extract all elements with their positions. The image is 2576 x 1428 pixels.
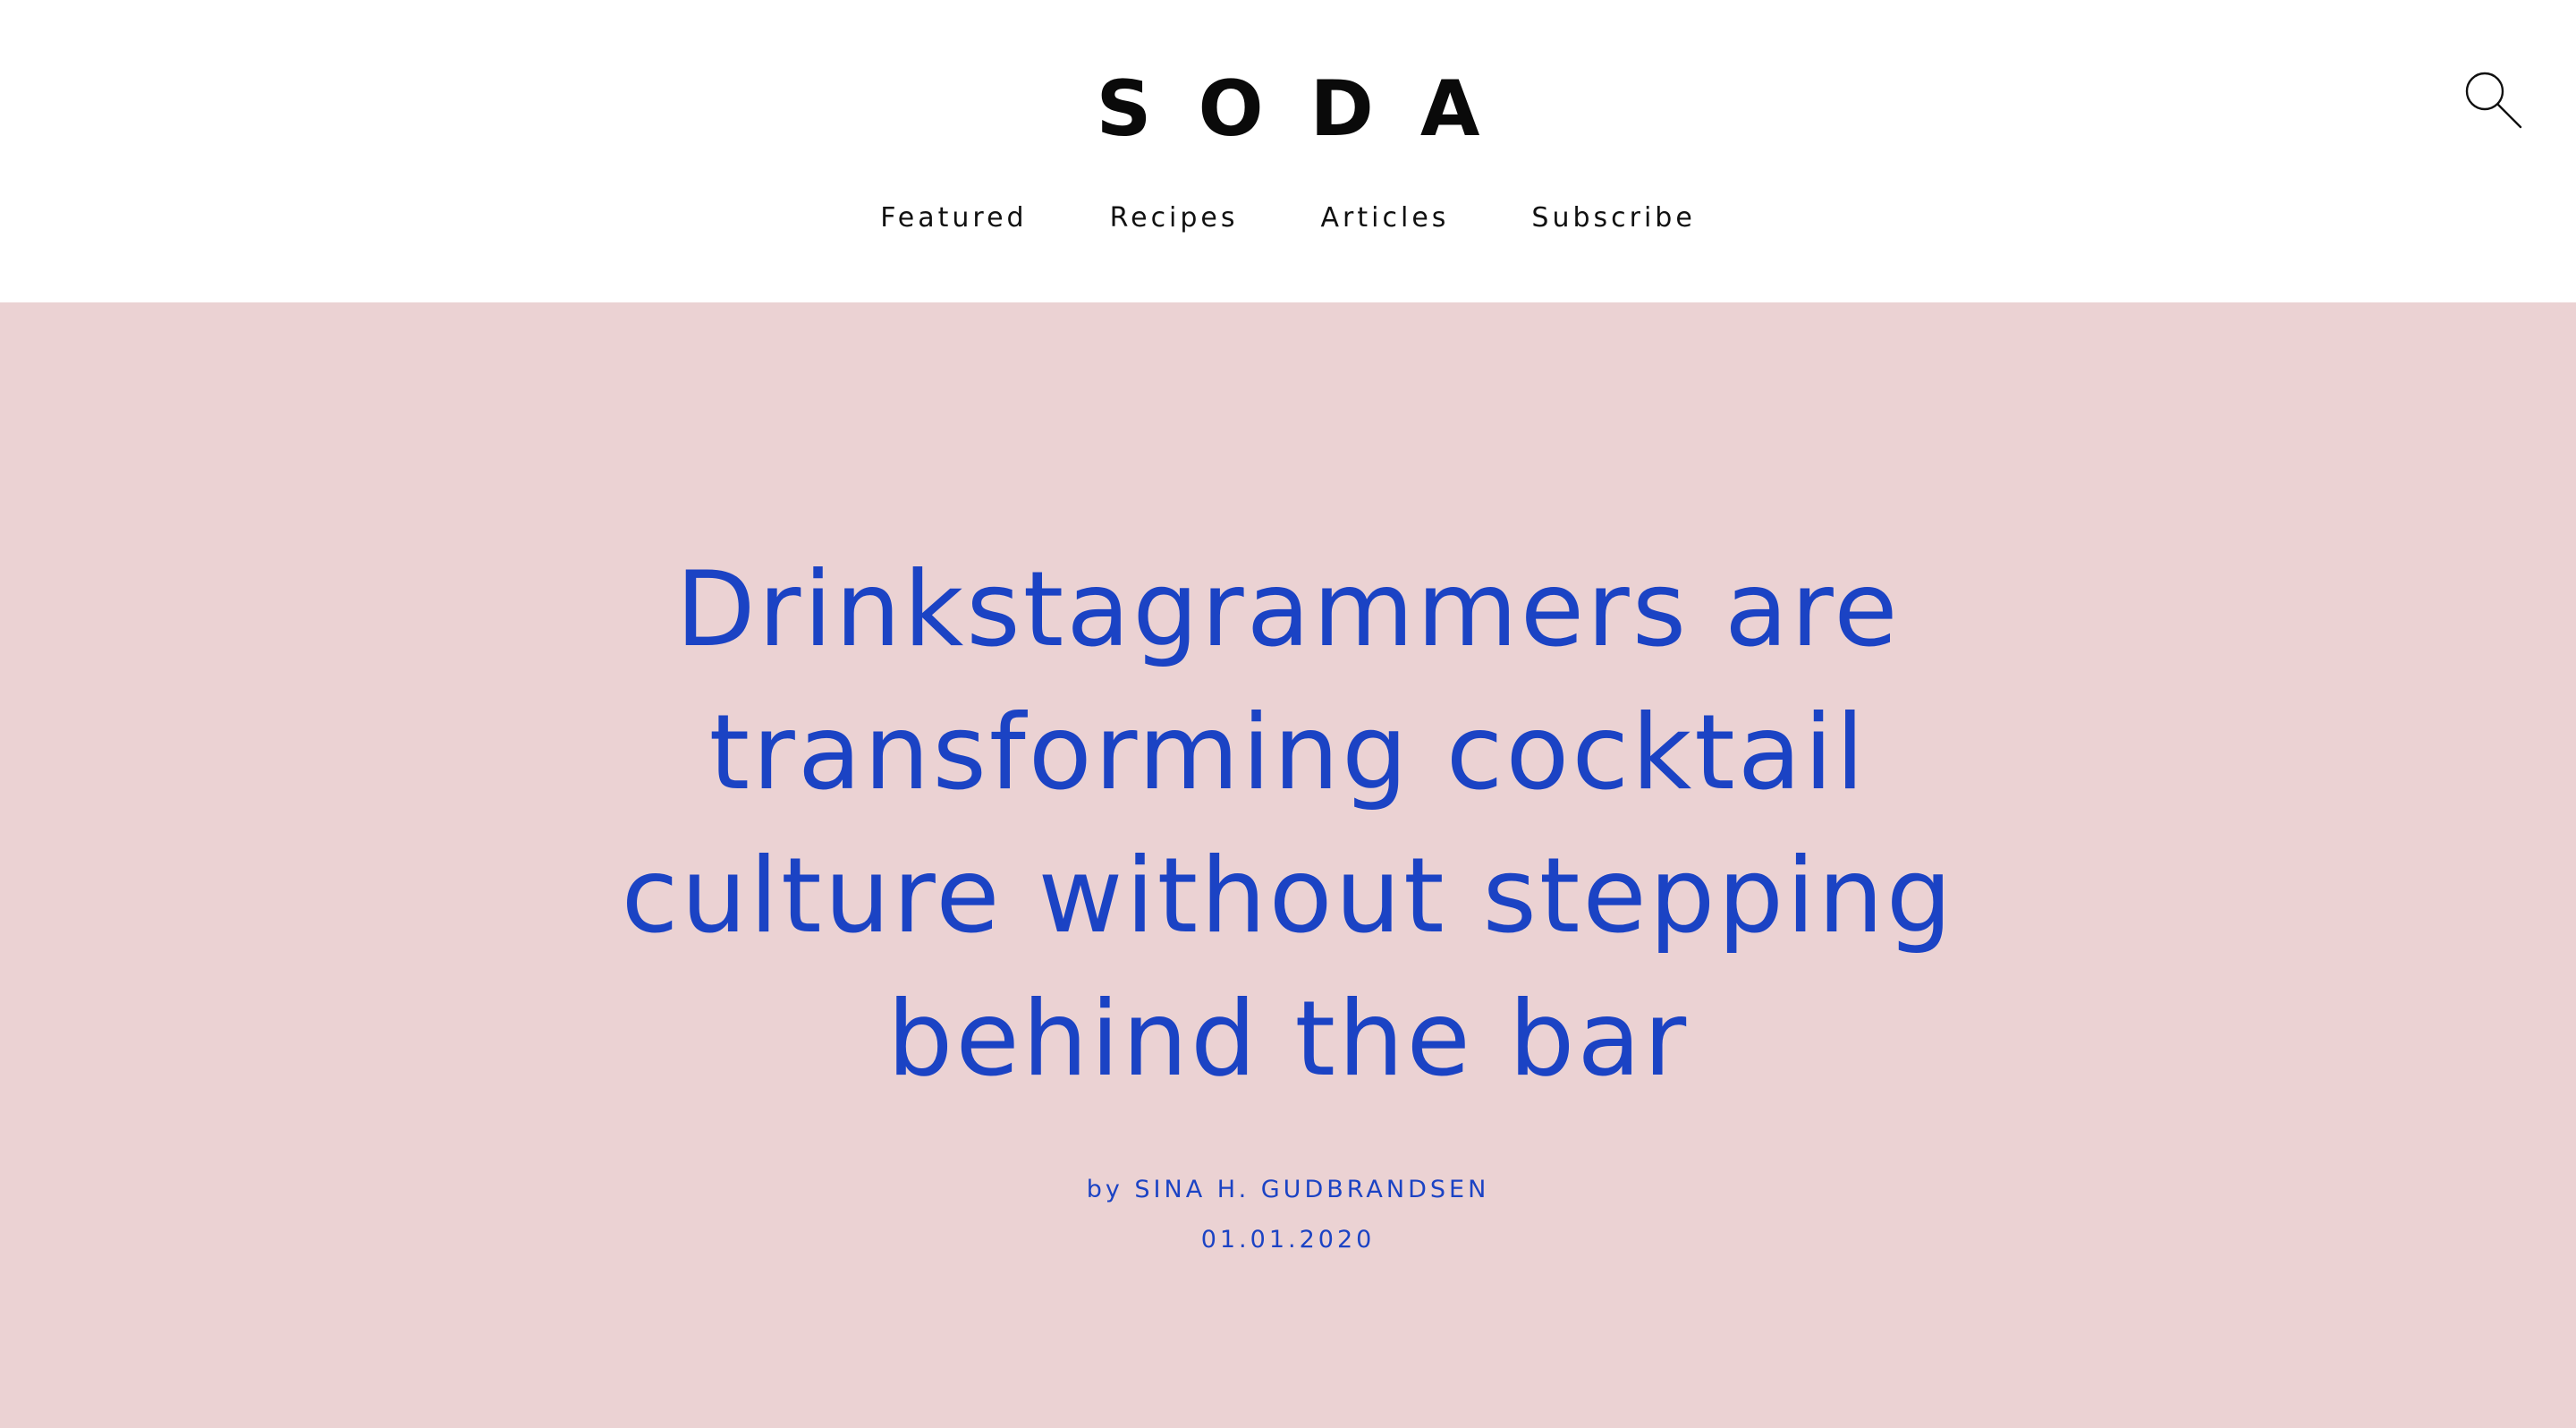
nav-item-subscribe[interactable]: Subscribe	[1531, 199, 1695, 238]
article-byline: by SINA H. GUDBRANDSEN	[1086, 1176, 1490, 1203]
site-logo[interactable]: SODA	[0, 64, 2576, 154]
nav-item-featured[interactable]: Featured	[880, 199, 1027, 238]
site-header: SODA Featured Recipes Articles Subscribe	[0, 0, 2576, 302]
main-nav: Featured Recipes Articles Subscribe	[0, 199, 2576, 238]
article-title: Drinkstagrammers are transforming cockta…	[621, 549, 1955, 1100]
nav-item-recipes[interactable]: Recipes	[1110, 199, 1239, 238]
page: SODA Featured Recipes Articles Subscribe…	[0, 0, 2576, 1428]
nav-item-articles[interactable]: Articles	[1321, 199, 1450, 238]
search-button[interactable]	[2460, 66, 2526, 132]
article-date: 01.01.2020	[1200, 1226, 1376, 1254]
article-hero: Drinkstagrammers are transforming cockta…	[0, 302, 2576, 1428]
search-icon	[2465, 72, 2522, 129]
